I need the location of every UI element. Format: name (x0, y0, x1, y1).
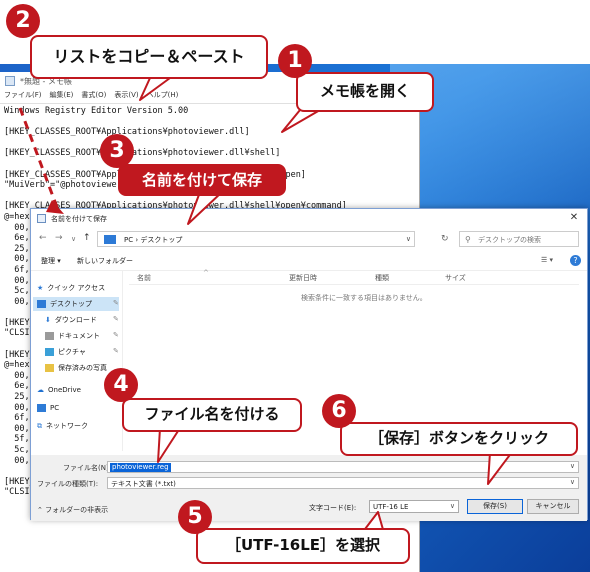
callout-3: 名前を付けて保存 (118, 164, 286, 196)
step-number-5: 5 (178, 500, 212, 534)
callout-2: リストをコピー＆ペースト (30, 35, 268, 79)
step-number-3: 3 (100, 134, 134, 168)
callout-3-pointer (187, 191, 223, 225)
callout-2-pointer (139, 77, 171, 101)
callout-6-pointer (487, 451, 513, 485)
drag-path-dashed (18, 107, 60, 211)
callout-5: ［UTF-16LE］を選択 (196, 528, 410, 564)
callout-4: ファイル名を付ける (122, 398, 302, 432)
step-number-4: 4 (104, 368, 138, 402)
annotation-arrows (18, 77, 513, 534)
step-number-1: 1 (278, 44, 312, 78)
step-number-6: 6 (322, 394, 356, 428)
callout-1: メモ帳を開く (296, 72, 434, 112)
callout-1-pointer (281, 109, 321, 133)
step-number-2: 2 (6, 4, 40, 38)
callout-6: ［保存］ボタンをクリック (340, 422, 578, 456)
callout-4-pointer (157, 427, 181, 463)
